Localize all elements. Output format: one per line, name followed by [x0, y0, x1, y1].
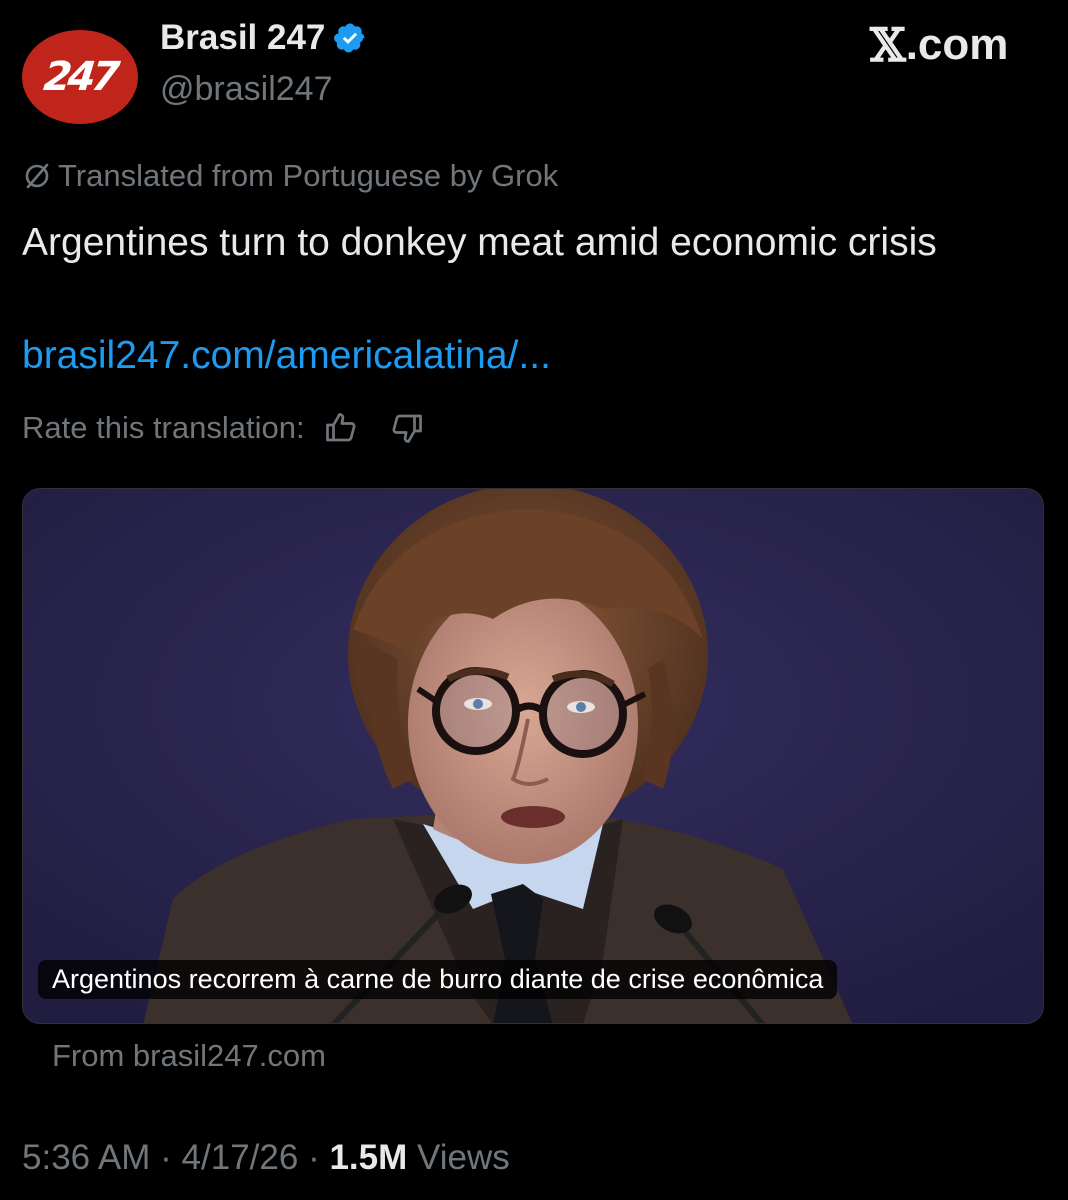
card-source[interactable]: From brasil247.com [52, 1038, 326, 1074]
card-caption: Argentinos recorrem à carne de burro dia… [38, 960, 838, 999]
translation-notice-text: Translated from Portuguese by Grok [58, 158, 559, 193]
tweet-text: Argentines turn to donkey meat amid econ… [22, 221, 937, 264]
views-label: Views [417, 1138, 510, 1177]
rate-translation: Rate this translation: [22, 410, 425, 446]
author-avatar[interactable]: 247 [22, 30, 138, 124]
x-logo-icon: 𝕏 [870, 18, 906, 72]
link-preview-card[interactable] [22, 488, 1044, 1024]
tweet-time[interactable]: 5:36 AM [22, 1138, 150, 1177]
author-display-name[interactable]: Brasil 247 [160, 18, 367, 58]
brand-domain-label: .com [905, 20, 1009, 69]
author-handle[interactable]: @brasil247 [160, 70, 333, 109]
verified-badge-icon [334, 23, 365, 53]
meta-separator: · [160, 1138, 172, 1177]
rate-translation-label: Rate this translation: [22, 410, 305, 445]
avatar-logo-text: 247 [41, 54, 119, 100]
translation-notice: Translated from Portuguese by Grok [22, 158, 558, 194]
tweet-meta: 5:36 AM · 4/17/26 · 1.5M Views [22, 1138, 510, 1178]
tweet-link[interactable]: brasil247.com/americalatina/... [22, 334, 551, 378]
display-name-text: Brasil 247 [160, 18, 326, 57]
views-count[interactable]: 1.5M [329, 1138, 407, 1177]
tweet-date[interactable]: 4/17/26 [182, 1138, 299, 1177]
thumbs-down-icon[interactable] [389, 410, 425, 446]
thumbs-up-icon[interactable] [323, 410, 359, 446]
x-brand-watermark: 𝕏 .com [870, 18, 1008, 72]
grok-slash-icon [25, 163, 49, 189]
meta-separator: · [308, 1138, 320, 1177]
article-photo [23, 489, 1043, 1023]
